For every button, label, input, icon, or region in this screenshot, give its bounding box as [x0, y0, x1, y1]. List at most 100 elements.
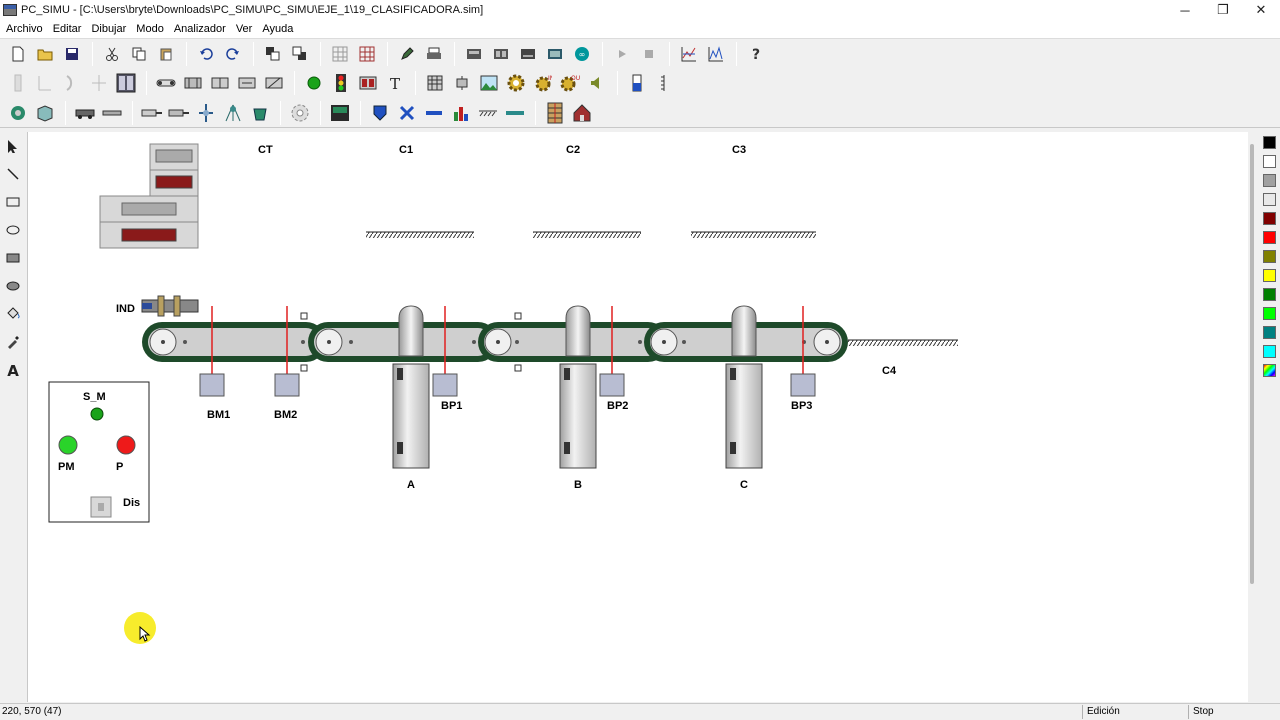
color-swatch[interactable]: [1263, 193, 1276, 206]
menu-ver[interactable]: Ver: [232, 23, 257, 35]
truck-icon[interactable]: [72, 100, 97, 125]
arduino-icon[interactable]: ∞: [569, 41, 594, 66]
color-swatch[interactable]: [1263, 288, 1276, 301]
color-swatch[interactable]: [1263, 250, 1276, 263]
module-3-icon[interactable]: [515, 41, 540, 66]
analyzer-icon[interactable]: [703, 41, 728, 66]
butterfly-valve-icon[interactable]: [394, 100, 419, 125]
valve-icon[interactable]: [193, 100, 218, 125]
color-swatch[interactable]: [1263, 136, 1276, 149]
box-icon[interactable]: [32, 100, 57, 125]
display-icon[interactable]: [355, 71, 380, 96]
new-file-icon[interactable]: [5, 41, 30, 66]
color-swatch[interactable]: [1263, 307, 1276, 320]
color-swatch[interactable]: [1263, 174, 1276, 187]
module-2-icon[interactable]: [488, 41, 513, 66]
pm-button[interactable]: [58, 436, 78, 456]
sensor-icon[interactable]: [449, 71, 474, 96]
traffic-light-icon[interactable]: [328, 71, 353, 96]
scrollbar-thumb[interactable]: [1250, 144, 1254, 584]
grid-snap-icon[interactable]: [354, 41, 379, 66]
cabinet-icon[interactable]: [113, 71, 138, 96]
paste-icon[interactable]: [153, 41, 178, 66]
color-swatch[interactable]: [1263, 212, 1276, 225]
open-folder-icon[interactable]: [32, 41, 57, 66]
plate-icon[interactable]: [32, 71, 57, 96]
bring-front-icon[interactable]: [260, 41, 285, 66]
rectangle-tool-icon[interactable]: [0, 188, 26, 216]
undo-icon[interactable]: [193, 41, 218, 66]
gear-in-icon[interactable]: IN: [530, 71, 555, 96]
text-insert-icon[interactable]: A: [0, 356, 26, 384]
color-swatch[interactable]: [1263, 155, 1276, 168]
print-icon[interactable]: [421, 41, 446, 66]
menu-editar[interactable]: Editar: [49, 23, 86, 35]
color-swatch[interactable]: [1263, 326, 1276, 339]
maximize-button[interactable]: ❐: [1204, 0, 1242, 20]
save-icon[interactable]: [59, 41, 84, 66]
pilot-light-icon[interactable]: [301, 71, 326, 96]
belt-2-icon[interactable]: [207, 71, 232, 96]
conveyor-small-icon[interactable]: [153, 71, 178, 96]
image-icon[interactable]: [476, 71, 501, 96]
cylinder-icon[interactable]: [139, 100, 164, 125]
text-tool-icon[interactable]: T: [382, 71, 407, 96]
module-1-icon[interactable]: [461, 41, 486, 66]
belt-icon[interactable]: [180, 71, 205, 96]
send-back-icon[interactable]: [287, 41, 312, 66]
color-swatch[interactable]: [1263, 345, 1276, 358]
io-panel-icon[interactable]: [542, 100, 567, 125]
conveyor-ct[interactable]: [142, 322, 326, 362]
vertical-scrollbar[interactable]: [1248, 132, 1258, 702]
cross-icon[interactable]: [86, 71, 111, 96]
gear-icon[interactable]: [503, 71, 528, 96]
gear-out-icon[interactable]: OUT: [557, 71, 582, 96]
speaker-icon[interactable]: [584, 71, 609, 96]
belt-3-icon[interactable]: [234, 71, 259, 96]
eyedropper-icon[interactable]: [0, 328, 26, 356]
level-icon[interactable]: [624, 71, 649, 96]
filled-ellipse-icon[interactable]: [0, 272, 26, 300]
menu-analizador[interactable]: Analizador: [170, 23, 230, 35]
ruler-icon[interactable]: [651, 71, 676, 96]
grid-icon[interactable]: [327, 41, 352, 66]
p-button[interactable]: [116, 436, 136, 456]
hatch-icon[interactable]: [475, 100, 500, 125]
bar-icon[interactable]: [502, 100, 527, 125]
keypad-icon[interactable]: [422, 71, 447, 96]
dis-switch[interactable]: [91, 497, 111, 517]
curve-icon[interactable]: [59, 71, 84, 96]
color-swatch[interactable]: [1263, 269, 1276, 282]
piston-icon[interactable]: [5, 71, 30, 96]
close-button[interactable]: ✕: [1242, 0, 1280, 20]
help-icon[interactable]: ?: [743, 41, 768, 66]
copy-icon[interactable]: [126, 41, 151, 66]
chart-icon[interactable]: [676, 41, 701, 66]
custom-color-icon[interactable]: [1263, 364, 1276, 377]
menu-archivo[interactable]: Archivo: [2, 23, 47, 35]
belt-4-icon[interactable]: [261, 71, 286, 96]
settings-icon[interactable]: [287, 100, 312, 125]
simulation-canvas[interactable]: CT C1 C2 C3 C4 IND BM1 BM2 BP1 BP2 BP3 A…: [28, 132, 1248, 702]
counter-display[interactable]: [99, 143, 199, 249]
fill-bucket-icon[interactable]: [0, 300, 26, 328]
house-icon[interactable]: [569, 100, 594, 125]
cylinder-2-icon[interactable]: [166, 100, 191, 125]
pencil-icon[interactable]: [394, 41, 419, 66]
rail-icon[interactable]: [99, 100, 124, 125]
run-icon[interactable]: [609, 41, 634, 66]
inductive-sensor[interactable]: [141, 295, 199, 317]
filled-rectangle-icon[interactable]: [0, 244, 26, 272]
stop-icon[interactable]: [636, 41, 661, 66]
bar-chart-icon[interactable]: [448, 100, 473, 125]
menu-ayuda[interactable]: Ayuda: [258, 23, 297, 35]
module-4-icon[interactable]: [542, 41, 567, 66]
pipe-icon[interactable]: [421, 100, 446, 125]
tripod-icon[interactable]: [220, 100, 245, 125]
color-swatch[interactable]: [1263, 231, 1276, 244]
arrow-select-icon[interactable]: [0, 132, 26, 160]
line-tool-icon[interactable]: [0, 160, 26, 188]
screen-icon[interactable]: [327, 100, 352, 125]
ellipse-tool-icon[interactable]: [0, 216, 26, 244]
cut-icon[interactable]: [99, 41, 124, 66]
